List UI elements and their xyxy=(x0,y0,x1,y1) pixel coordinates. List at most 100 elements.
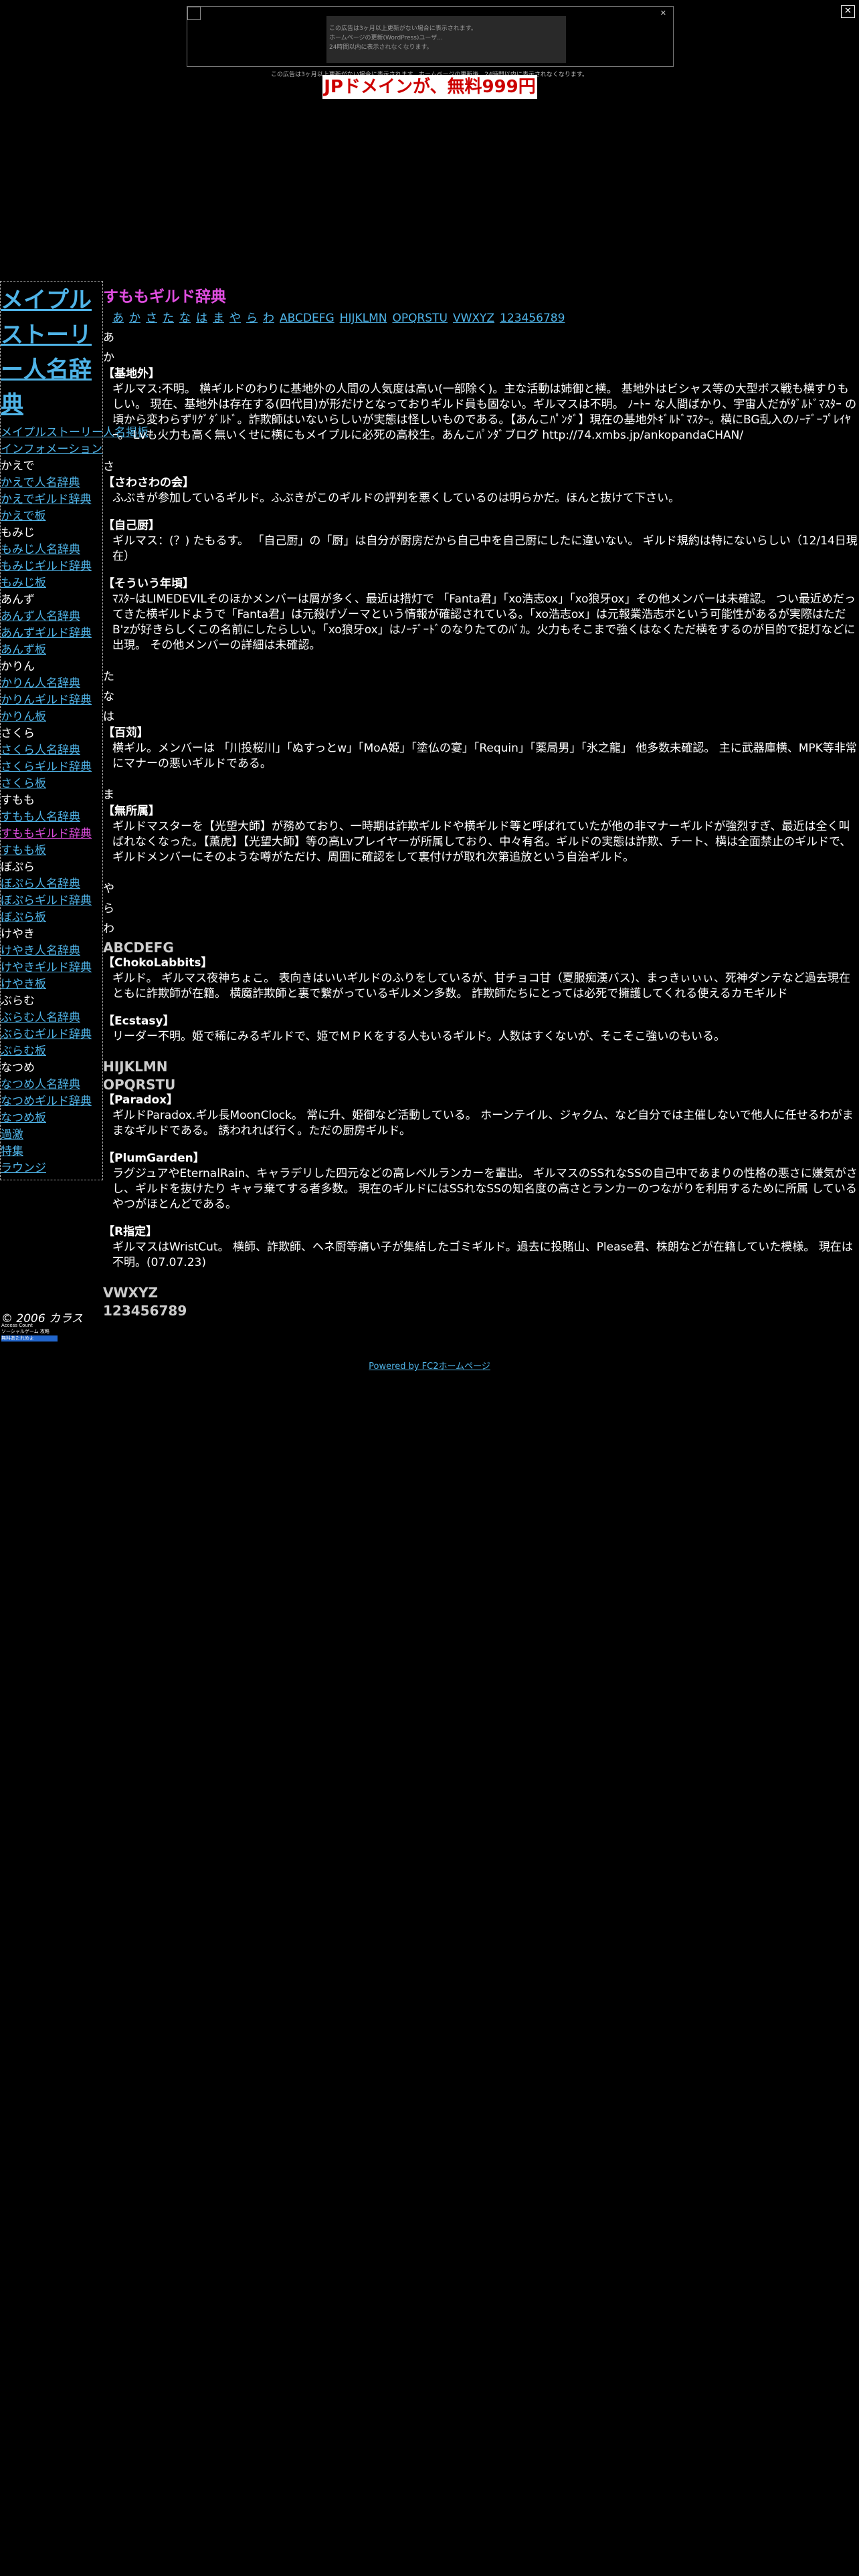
ad-banner[interactable]: この広告は3ヶ月以上更新がない場合に表示されます。 ホームページの更新(Word… xyxy=(187,6,674,67)
index-link[interactable]: ら xyxy=(246,312,258,325)
guild-description: ギルマス：(？) たもるす。 「自己厨」の「厨」は自分が厨房だから自己中を自己厨… xyxy=(112,534,858,563)
guild-name: 【PlumGarden】 xyxy=(103,1152,205,1165)
sidebar-link[interactable]: かえで板 xyxy=(1,510,46,523)
sidebar-link[interactable]: ぶらむギルド辞典 xyxy=(1,1028,92,1041)
sidebar-row: もみじ xyxy=(1,525,102,542)
guild-description: リーダー不明。姫で稀にみるギルドで、姫でＭＰＫをする人もいるギルド。人数はすくな… xyxy=(112,1030,725,1043)
sidebar-row: けやきギルド辞典 xyxy=(1,960,102,976)
guild-name: 【Ecstasy】 xyxy=(103,1014,175,1028)
sidebar-link[interactable]: ぶらむ人名辞典 xyxy=(1,1011,80,1025)
fc2-powered-link[interactable]: Powered by FC2ホームページ xyxy=(369,1362,490,1372)
guild-description: ギルド。 ギルマス夜神ちょこ。 表向きはいいギルドのふりをしているが、甘チョコ甘… xyxy=(112,972,850,1000)
index-link[interactable]: さ xyxy=(146,312,157,325)
sidebar-link[interactable]: かえでギルド辞典 xyxy=(1,493,92,506)
index-link[interactable]: な xyxy=(179,312,191,325)
sidebar-link[interactable]: インフォメーション xyxy=(1,443,102,456)
index-link[interactable]: HIJKLMN xyxy=(340,312,387,325)
sidebar-link[interactable]: もみじ人名辞典 xyxy=(1,543,80,556)
sidebar-link[interactable]: さくらギルド辞典 xyxy=(1,760,92,774)
broken-image-icon xyxy=(187,7,201,20)
section: あ xyxy=(103,329,858,346)
sidebar-link[interactable]: もみじギルド辞典 xyxy=(1,560,92,573)
sidebar-link[interactable]: すもも人名辞典 xyxy=(1,811,80,824)
section: VWXYZ xyxy=(103,1285,858,1301)
sidebar-link[interactable]: なつめ板 xyxy=(1,1111,46,1125)
guild-name: 【百苅】 xyxy=(103,726,149,740)
sidebar-link[interactable]: さくら人名辞典 xyxy=(1,744,80,757)
index-link[interactable]: わ xyxy=(263,312,274,325)
index-nav: あかさたなはまやらわ ABCDEFG HIJKLMN OPQRSTU VWXYZ 1234… xyxy=(112,310,858,326)
ad-x-icon[interactable]: ✕ xyxy=(660,9,666,17)
sidebar-row: もみじギルド辞典 xyxy=(1,558,102,575)
sidebar-link[interactable]: ラウンジ xyxy=(1,1162,46,1175)
sidebar-link[interactable]: 過激 xyxy=(1,1128,23,1142)
sidebar-row: ぼぷら人名辞典 xyxy=(1,876,102,893)
index-link[interactable]: あ xyxy=(112,312,124,325)
index-link[interactable]: 123456789 xyxy=(500,312,565,325)
sidebar-link[interactable]: もみじ板 xyxy=(1,576,46,590)
sidebar-link[interactable]: さくら板 xyxy=(1,777,46,790)
sidebar-link[interactable]: すももギルド辞典 xyxy=(1,827,92,841)
sidebar-link[interactable]: かえで人名辞典 xyxy=(1,476,80,490)
sidebar-category: あんず xyxy=(1,593,35,607)
sidebar-link[interactable]: かりん板 xyxy=(1,710,46,724)
guild-name: 【無所属】 xyxy=(103,804,160,818)
sidebar-category: かりん xyxy=(1,660,35,673)
index-link[interactable]: や xyxy=(229,312,241,325)
guild-name: 【ChokoLabbits】 xyxy=(103,956,213,970)
section: 123456789 xyxy=(103,1303,858,1319)
sidebar-link[interactable]: なつめ人名辞典 xyxy=(1,1078,80,1091)
sidebar-link[interactable]: あんずギルド辞典 xyxy=(1,627,92,640)
jp-domain-banner[interactable]: JPドメインが、無料999円 xyxy=(322,75,537,99)
sidebar-row: かえで板 xyxy=(1,508,102,525)
sidebar-row: なつめ xyxy=(1,1060,102,1077)
sidebar-row: あんず人名辞典 xyxy=(1,609,102,625)
sidebar-list: メイプルストーリー人名掲板 インフォメーション かえで かえで人名辞典 かえでギルド辞典… xyxy=(1,425,149,1177)
sidebar-link[interactable]: 特集 xyxy=(1,1145,23,1158)
section: OPQRSTU 【Paradox】 ギルドParadox.ギル長MoonClock。… xyxy=(103,1077,858,1283)
sidebar-row: さくら人名辞典 xyxy=(1,742,102,759)
sidebar-link[interactable]: かりん人名辞典 xyxy=(1,677,80,690)
sidebar-row: かえで xyxy=(1,458,102,475)
sidebar-link[interactable]: あんず人名辞典 xyxy=(1,610,80,623)
sidebar-link[interactable]: すもも板 xyxy=(1,844,46,857)
sidebar-link[interactable]: ぼぷら板 xyxy=(1,911,46,924)
index-link[interactable]: ABCDEFG xyxy=(280,312,335,325)
sidebar-row: すもも xyxy=(1,792,102,809)
sidebar-row: なつめギルド辞典 xyxy=(1,1093,102,1110)
sidebar-link[interactable]: けやきギルド辞典 xyxy=(1,961,92,974)
sidebar-category: なつめ xyxy=(1,1061,35,1075)
index-link[interactable]: ま xyxy=(213,312,224,325)
index-link[interactable]: か xyxy=(129,312,140,325)
sidebar-row: ぼぷらギルド辞典 xyxy=(1,893,102,909)
site-title[interactable]: メイプルストーリー人名辞典 xyxy=(1,283,102,422)
guild-description: ふぶきが参加しているギルド。ふぶきがこのギルドの評判を悪くしているのは明らかだ。… xyxy=(112,492,680,505)
sidebar-link[interactable]: けやき板 xyxy=(1,978,46,991)
guild-description: ギルドマスターを【光望大師】が務めており、一時期は詐欺ギルドや横ギルド等と呼ばれ… xyxy=(112,820,852,864)
sidebar: メイプルストーリー人名辞典 メイプルストーリー人名掲板 インフォメーション かえでか… xyxy=(0,281,149,1180)
index-link[interactable]: VWXYZ xyxy=(453,312,494,325)
sidebar-link[interactable]: なつめギルド辞典 xyxy=(1,1095,92,1108)
index-link[interactable]: た xyxy=(163,312,174,325)
sidebar-link[interactable]: けやき人名辞典 xyxy=(1,944,80,958)
guild-description: ギルマス:不明。 横ギルドのわりに基地外の人間の人気度は高い(一部除く)。主な活… xyxy=(112,383,857,442)
sidebar-link[interactable]: ぶらむ板 xyxy=(1,1045,46,1058)
section-alpha: OPQRSTU xyxy=(103,1077,176,1093)
index-link[interactable]: OPQRSTU xyxy=(392,312,447,325)
sidebar-link[interactable]: あんず板 xyxy=(1,643,46,657)
index-link[interactable]: は xyxy=(196,312,207,325)
page-title: すももギルド辞典 xyxy=(103,288,226,306)
section-kana: た xyxy=(103,670,114,683)
sidebar-link[interactable]: かりんギルド辞典 xyxy=(1,693,92,707)
sidebar-row: すもも人名辞典 xyxy=(1,809,102,826)
ad-close-icon[interactable]: ✕ xyxy=(841,5,855,18)
sidebar-link[interactable]: ぼぷらギルド辞典 xyxy=(1,894,92,907)
sidebar-link[interactable]: ぼぷら人名辞典 xyxy=(1,877,80,891)
access-counter-badge[interactable]: Access Count ソーシャルゲーム 攻略 無料あたれめよ xyxy=(1,1323,58,1341)
section: ABCDEFG 【ChokoLabbits】ギルド。 ギルマス夜神ちょこ。 表向き… xyxy=(103,940,858,1057)
section-alpha: ABCDEFG xyxy=(103,940,174,956)
